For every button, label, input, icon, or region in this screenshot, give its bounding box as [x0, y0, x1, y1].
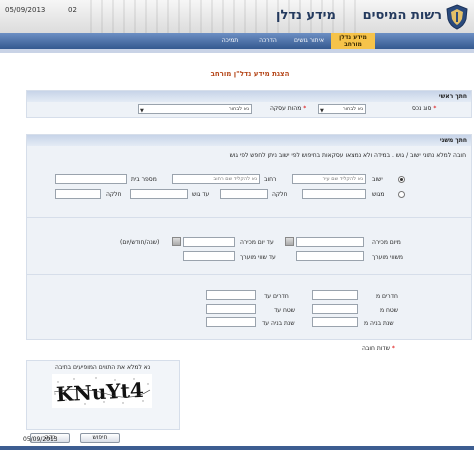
tab-find-blocks[interactable]: איתור גושים: [288, 33, 330, 49]
rooms-from-label: חדרים מ: [376, 293, 398, 300]
authority-title: רשות המיסים: [362, 8, 442, 23]
asset-type-select[interactable]: ▼ נא לבחור: [318, 104, 366, 114]
rooms-from-input[interactable]: [312, 290, 358, 300]
calendar-icon[interactable]: [285, 237, 294, 246]
tab-real-estate-info-label2: מורחב: [344, 41, 362, 48]
tab-support[interactable]: תמיכה: [214, 33, 246, 49]
captcha-image: KNuYt4: [52, 374, 152, 408]
year-to-input[interactable]: [206, 317, 256, 327]
to-block-input[interactable]: [130, 189, 188, 199]
rooms-to-input[interactable]: [206, 290, 256, 300]
value-from-input[interactable]: [296, 251, 364, 261]
block-label: מגוש: [372, 191, 385, 198]
chevron-down-icon: ▼: [320, 108, 324, 114]
main-field-title: חתך ראשי: [438, 93, 467, 100]
to-parcel-label: חלקה: [106, 191, 122, 198]
tab-training[interactable]: הדרכה: [252, 33, 284, 49]
city-radio[interactable]: [398, 176, 405, 183]
footer-bar: [0, 446, 474, 450]
house-number-input[interactable]: [55, 174, 127, 184]
street-input[interactable]: [172, 174, 260, 184]
header-bar: 05/09/2013 02 מידע נדלן רשות המיסים: [0, 0, 474, 33]
year-from-input[interactable]: [312, 317, 358, 327]
sale-to-label: עד יום מכירה: [240, 239, 274, 246]
header-number: 02: [68, 6, 77, 14]
to-parcel-input[interactable]: [55, 189, 101, 199]
rooms-to-label: חדרים עד: [264, 293, 289, 300]
date-format-hint: (שנה/חודש/יום): [120, 239, 160, 246]
captcha-box: נא למלא את התווים המופיעים בתיבה KNuYt4: [26, 360, 180, 430]
city-input[interactable]: [292, 174, 366, 184]
secondary-hint: חובה למלא נתוני ישוב / גוש . במידה ולא נ…: [229, 152, 466, 159]
block-input[interactable]: [302, 189, 366, 199]
secondary-field-header: [27, 135, 471, 146]
asset-type-value: נא לבחור: [342, 106, 363, 112]
nav-strip: [0, 49, 474, 53]
block-radio[interactable]: [398, 191, 405, 198]
year-to-label: שנת בניה עד: [262, 320, 295, 327]
house-number-label: מספר בית: [131, 176, 157, 183]
sale-from-input[interactable]: [296, 237, 364, 247]
tab-real-estate-info[interactable]: מידע נדלן מורחב: [331, 33, 375, 49]
deal-type-value: נא לבחור: [228, 106, 249, 112]
area-to-label: שטח עד: [274, 307, 295, 314]
header-date: 05/09/2013: [5, 6, 46, 14]
sale-to-input[interactable]: [183, 237, 235, 247]
captcha-instruction: נא למלא את התווים המופיעים בתיבה: [55, 364, 151, 371]
tab-real-estate-info-label: מידע נדלן: [339, 34, 367, 41]
secondary-field-title: חתך משני: [439, 137, 467, 144]
emblem-icon: [446, 4, 468, 30]
parcel-input[interactable]: [220, 189, 268, 199]
value-to-input[interactable]: [183, 251, 235, 261]
page: 05/09/2013 02 מידע נדלן רשות המיסים מידע…: [0, 0, 474, 450]
area-from-label: שטח מ: [380, 307, 399, 314]
street-label: רחוב: [264, 176, 277, 183]
main-field-header: [27, 91, 471, 102]
asset-type-label: * סוג נכס: [412, 105, 437, 112]
sale-from-label: מיום מכירה: [372, 239, 401, 246]
deal-type-select[interactable]: ▼ נא לבחור: [138, 104, 252, 114]
city-label: ישוב: [372, 176, 383, 183]
value-to-label: עד שווי מוערך: [240, 254, 276, 261]
page-title: הצגת מידע נדל"ן מורחב: [210, 70, 290, 78]
area-from-input[interactable]: [312, 304, 358, 314]
calendar-icon[interactable]: [172, 237, 181, 246]
system-title: מידע נדלן: [276, 8, 336, 23]
divider: [26, 274, 472, 275]
parcel-label: חלקה: [272, 191, 288, 198]
required-note: * שדות חובה: [362, 345, 395, 352]
value-from-label: משווי מוערך: [372, 254, 403, 261]
deal-type-label: * מהות עסקה: [270, 105, 307, 112]
divider: [26, 217, 472, 218]
main-nav: מידע נדלן מורחב איתור גושים הדרכה תמיכה: [0, 33, 474, 49]
area-to-input[interactable]: [206, 304, 256, 314]
to-block-label: עד גוש: [192, 191, 210, 198]
year-from-label: שנת בניה מ: [364, 320, 394, 327]
chevron-down-icon: ▼: [140, 108, 144, 114]
footer-date: 05/09/2013: [23, 436, 58, 443]
search-button[interactable]: חיפוש: [80, 433, 120, 443]
